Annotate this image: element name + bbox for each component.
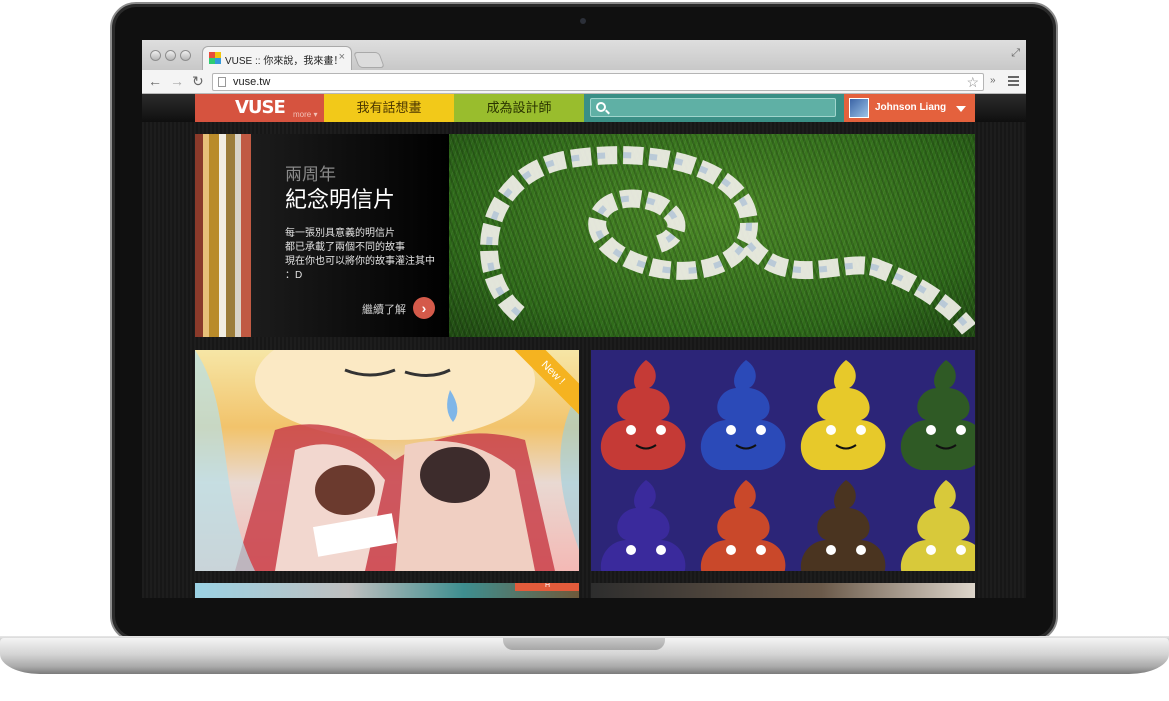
camera bbox=[580, 18, 586, 24]
arrow-right-icon[interactable]: › bbox=[413, 297, 435, 319]
close-window-button[interactable] bbox=[150, 50, 161, 61]
browser-tab[interactable]: VUSE :: 你來說，我來畫！ × bbox=[202, 46, 352, 70]
learn-more-link[interactable]: 繼續了解 bbox=[362, 301, 406, 317]
url-text[interactable]: vuse.tw bbox=[233, 76, 270, 88]
badge: H bbox=[515, 583, 579, 591]
zoom-window-button[interactable] bbox=[180, 50, 191, 61]
hero-banner[interactable]: 兩周年 紀念明信片 每一張別具意義的明信片 都已承載了兩個不同的故事 現在你也可… bbox=[195, 134, 975, 337]
search-bar bbox=[584, 94, 844, 122]
site-logo[interactable]: VUSE bbox=[235, 97, 286, 118]
postcard-spiral-image bbox=[480, 146, 975, 335]
bookmark-star-icon[interactable]: ☆ bbox=[966, 74, 979, 91]
browser-toolbar: ← → ↻ vuse.tw ☆ » bbox=[142, 70, 1026, 94]
reload-icon[interactable]: ↻ bbox=[192, 73, 204, 89]
laptop-mockup: VUSE :: 你來說，我來畫！ × ⤢ ← → ↻ vuse.tw ☆ » V… bbox=[0, 0, 1169, 701]
menu-icon[interactable] bbox=[1008, 76, 1019, 86]
artwork-tile[interactable]: H bbox=[195, 583, 579, 598]
logo-menu[interactable]: VUSE more ▾ bbox=[195, 94, 324, 122]
fullscreen-icon[interactable]: ⤢ bbox=[1011, 47, 1020, 60]
color-stripes-image bbox=[195, 134, 251, 337]
tab-strip: VUSE :: 你來說，我來畫！ × ⤢ bbox=[142, 40, 1026, 70]
screen: VUSE :: 你來說，我來畫！ × ⤢ ← → ↻ vuse.tw ☆ » V… bbox=[142, 40, 1026, 598]
chevron-down-icon[interactable] bbox=[956, 106, 966, 112]
hero-description-line: 每一張別具意義的明信片 bbox=[285, 228, 395, 239]
hero-title: 紀念明信片 bbox=[285, 187, 396, 212]
tab-close-icon[interactable]: × bbox=[339, 51, 345, 63]
back-arrow-icon[interactable]: ← bbox=[148, 73, 162, 89]
tab-title: VUSE :: 你來說，我來畫！ bbox=[225, 56, 344, 67]
nav-become-designer[interactable]: 成為設計師 bbox=[454, 94, 584, 122]
poo-characters-image bbox=[600, 360, 975, 571]
postcards-on-grass-photo bbox=[449, 134, 975, 337]
vuse-favicon-icon bbox=[209, 52, 221, 64]
avatar[interactable] bbox=[849, 98, 869, 118]
hero-description-line: 現在你也可以將你的故事灌注其中 bbox=[285, 256, 435, 267]
search-input[interactable] bbox=[590, 98, 836, 117]
laptop-notch bbox=[503, 638, 665, 650]
site-navbar: VUSE more ▾ 我有話想畫 成為設計師 Johnson Liang bbox=[142, 94, 1026, 122]
page-icon bbox=[218, 77, 226, 87]
user-menu[interactable]: Johnson Liang bbox=[844, 94, 975, 122]
artwork-tile[interactable]: New ! bbox=[195, 350, 579, 571]
minimize-window-button[interactable] bbox=[165, 50, 176, 61]
hero-description: 每一張別具意義的明信片 都已承載了兩個不同的故事 現在你也可以將你的故事灌注其中… bbox=[285, 227, 455, 283]
toolbar-overflow-icon[interactable]: » bbox=[990, 75, 996, 86]
badge-text: H bbox=[545, 583, 551, 589]
illustration-image bbox=[195, 350, 579, 571]
more-menu-link[interactable]: more ▾ bbox=[293, 110, 317, 119]
content-area: 兩周年 紀念明信片 每一張別具意義的明信片 都已承載了兩個不同的故事 現在你也可… bbox=[142, 122, 1026, 598]
address-bar[interactable]: vuse.tw ☆ bbox=[212, 73, 984, 91]
forward-arrow-icon[interactable]: → bbox=[170, 73, 184, 89]
vuse-website: VUSE more ▾ 我有話想畫 成為設計師 Johnson Liang 兩周… bbox=[142, 94, 1026, 598]
nav-request-drawing[interactable]: 我有話想畫 bbox=[324, 94, 454, 122]
new-tab-button[interactable] bbox=[353, 52, 385, 68]
hero-description-line: 都已承載了兩個不同的故事 bbox=[285, 242, 405, 253]
poo-pattern-tile[interactable] bbox=[591, 350, 975, 571]
search-icon[interactable] bbox=[596, 102, 606, 112]
artwork-tile[interactable] bbox=[591, 583, 975, 598]
hero-description-line: ：D bbox=[285, 270, 303, 281]
user-name[interactable]: Johnson Liang bbox=[875, 102, 946, 113]
